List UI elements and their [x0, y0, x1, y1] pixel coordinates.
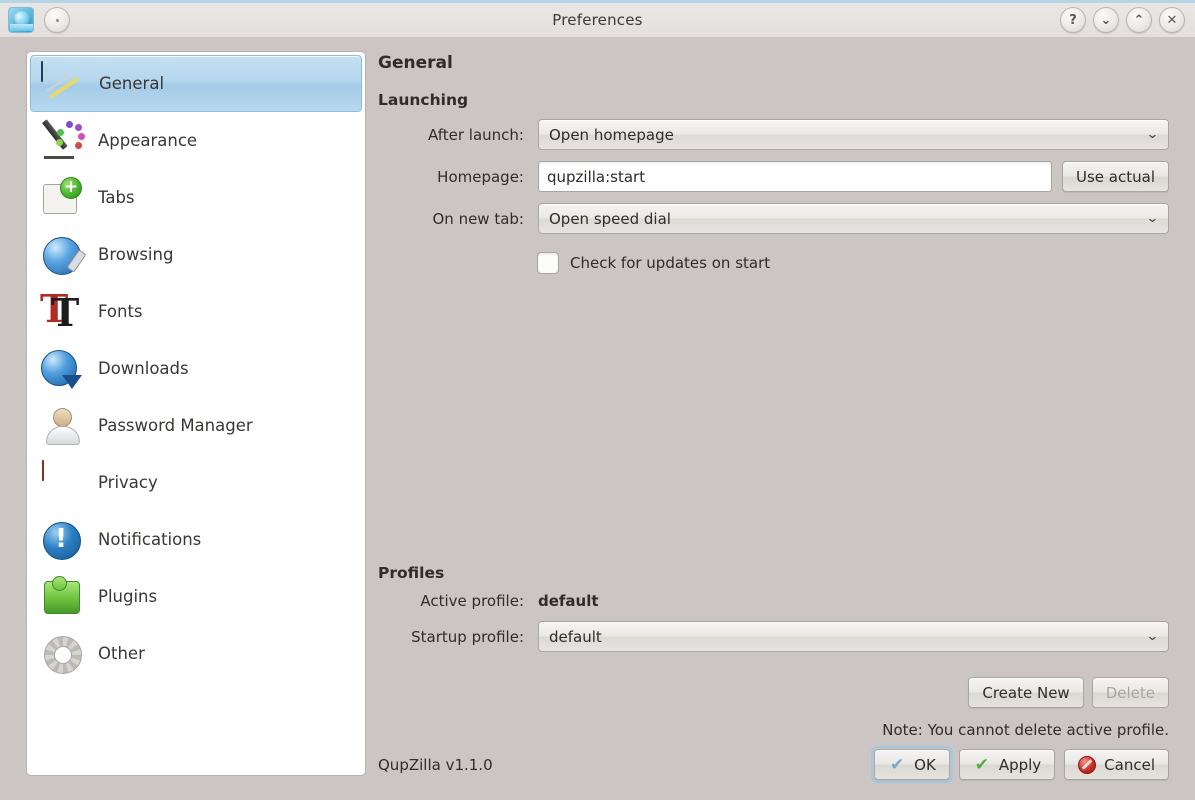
- chevron-down-icon: ⌄: [1145, 629, 1160, 644]
- cancel-button-label: Cancel: [1104, 755, 1155, 774]
- sidebar-item-downloads[interactable]: Downloads: [30, 340, 362, 397]
- notifications-icon: [40, 518, 84, 562]
- sidebar-item-label: General: [99, 74, 165, 93]
- chevron-down-icon[interactable]: ⌄: [1093, 7, 1119, 33]
- active-profile-label: Active profile:: [420, 592, 524, 610]
- ok-button-label: OK: [914, 755, 936, 774]
- sidebar-item-password-manager[interactable]: Password Manager: [30, 397, 362, 454]
- sidebar-item-appearance[interactable]: Appearance: [30, 112, 362, 169]
- dialog-buttons: OK Apply Cancel: [871, 746, 1169, 783]
- chevron-up-icon[interactable]: ⌃: [1126, 7, 1152, 33]
- sidebar-item-fonts[interactable]: Fonts: [30, 283, 362, 340]
- sidebar-item-general[interactable]: General: [30, 55, 362, 112]
- sidebar-item-label: Privacy: [98, 473, 158, 492]
- startup-profile-row: Startup profile: default ⌄: [378, 621, 1169, 652]
- startup-profile-select[interactable]: default ⌄: [538, 621, 1169, 652]
- preferences-sidebar: General Appearance Tabs: [26, 51, 366, 776]
- homepage-value: qupzilla:start: [547, 167, 646, 186]
- check-updates-label: Check for updates on start: [570, 254, 771, 272]
- homepage-input[interactable]: qupzilla:start: [538, 161, 1053, 192]
- sidebar-item-label: Fonts: [98, 302, 143, 321]
- page-title: General: [378, 53, 453, 73]
- window-body: General Appearance Tabs: [0, 37, 1195, 800]
- appearance-icon: [40, 119, 85, 163]
- check-updates-checkbox[interactable]: [537, 252, 559, 274]
- fonts-icon: [40, 287, 84, 335]
- delete-profile-button: Delete: [1091, 677, 1169, 708]
- profile-note: Note: You cannot delete active profile.: [882, 721, 1169, 739]
- close-icon[interactable]: ✕: [1159, 7, 1185, 33]
- cancel-button[interactable]: Cancel: [1064, 749, 1169, 780]
- on-new-tab-select[interactable]: Open speed dial ⌄: [538, 203, 1169, 234]
- sidebar-item-browsing[interactable]: Browsing: [30, 226, 362, 283]
- check-icon: [973, 756, 991, 774]
- launching-group-title: Launching: [378, 91, 469, 109]
- titlebar-left-controls: [0, 7, 70, 33]
- sidebar-item-label: Notifications: [98, 530, 202, 549]
- browsing-icon: [40, 233, 84, 277]
- check-updates-row[interactable]: Check for updates on start: [537, 252, 1169, 274]
- homepage-row: Homepage: qupzilla:start Use actual: [378, 161, 1169, 192]
- password-manager-icon: [40, 404, 84, 448]
- version-label: QupZilla v1.1.0: [378, 755, 493, 774]
- create-new-profile-button[interactable]: Create New: [968, 677, 1084, 708]
- sidebar-item-notifications[interactable]: Notifications: [30, 511, 362, 568]
- on-new-tab-row: On new tab: Open speed dial ⌄: [378, 203, 1169, 234]
- downloads-icon: [40, 347, 84, 391]
- homepage-label: Homepage:: [437, 167, 524, 186]
- check-icon: [888, 756, 906, 774]
- preferences-window: Preferences ? ⌄ ⌃ ✕ General Appearance +…: [0, 0, 1195, 800]
- apply-button[interactable]: Apply: [958, 749, 1056, 780]
- plugins-icon: [40, 575, 84, 619]
- apply-button-label: Apply: [998, 755, 1042, 774]
- after-launch-value: Open homepage: [549, 125, 674, 144]
- window-controls: ? ⌄ ⌃ ✕: [1060, 7, 1195, 33]
- window-menu-button[interactable]: [44, 7, 70, 33]
- after-launch-label: After launch:: [428, 125, 524, 144]
- privacy-icon: [40, 459, 84, 505]
- profiles-group-title: Profiles: [378, 564, 445, 582]
- general-icon: [41, 60, 85, 106]
- sidebar-item-label: Downloads: [98, 359, 189, 378]
- titlebar: Preferences ? ⌄ ⌃ ✕: [0, 0, 1195, 37]
- sidebar-item-label: Appearance: [98, 131, 198, 150]
- help-icon[interactable]: ?: [1060, 7, 1086, 33]
- qupzilla-globe-icon: [8, 7, 34, 33]
- after-launch-row: After launch: Open homepage ⌄: [378, 119, 1169, 150]
- sidebar-item-label: Password Manager: [98, 416, 253, 435]
- sidebar-item-label: Tabs: [98, 188, 135, 207]
- panel-spacer: [378, 274, 1169, 564]
- startup-profile-value: default: [549, 627, 602, 646]
- ok-button[interactable]: OK: [871, 746, 953, 783]
- chevron-down-icon: ⌄: [1145, 211, 1160, 226]
- startup-profile-label: Startup profile:: [411, 627, 524, 646]
- cancel-icon: [1078, 755, 1097, 774]
- preferences-main-panel: General Launching After launch: Open hom…: [366, 43, 1195, 800]
- sidebar-item-other[interactable]: Other: [30, 625, 362, 682]
- use-actual-button[interactable]: Use actual: [1062, 161, 1169, 192]
- other-icon: [40, 632, 84, 676]
- sidebar-item-label: Plugins: [98, 587, 158, 606]
- active-profile-value: default: [538, 592, 599, 610]
- sidebar-item-plugins[interactable]: Plugins: [30, 568, 362, 625]
- after-launch-select[interactable]: Open homepage ⌄: [538, 119, 1169, 150]
- sidebar-item-label: Other: [98, 644, 145, 663]
- sidebar-item-label: Browsing: [98, 245, 174, 264]
- chevron-down-icon: ⌄: [1145, 127, 1160, 142]
- dialog-footer: QupZilla v1.1.0 OK Apply Cancel: [378, 739, 1169, 800]
- on-new-tab-label: On new tab:: [432, 209, 524, 228]
- active-profile-row: Active profile: default: [378, 592, 1169, 610]
- window-title: Preferences: [552, 11, 643, 29]
- tabs-icon: [40, 176, 84, 220]
- palette-dots: [56, 120, 85, 151]
- sidebar-item-tabs[interactable]: Tabs: [30, 169, 362, 226]
- on-new-tab-value: Open speed dial: [549, 209, 671, 228]
- profile-action-buttons: Create New Delete: [378, 677, 1169, 708]
- sidebar-item-privacy[interactable]: Privacy: [30, 454, 362, 511]
